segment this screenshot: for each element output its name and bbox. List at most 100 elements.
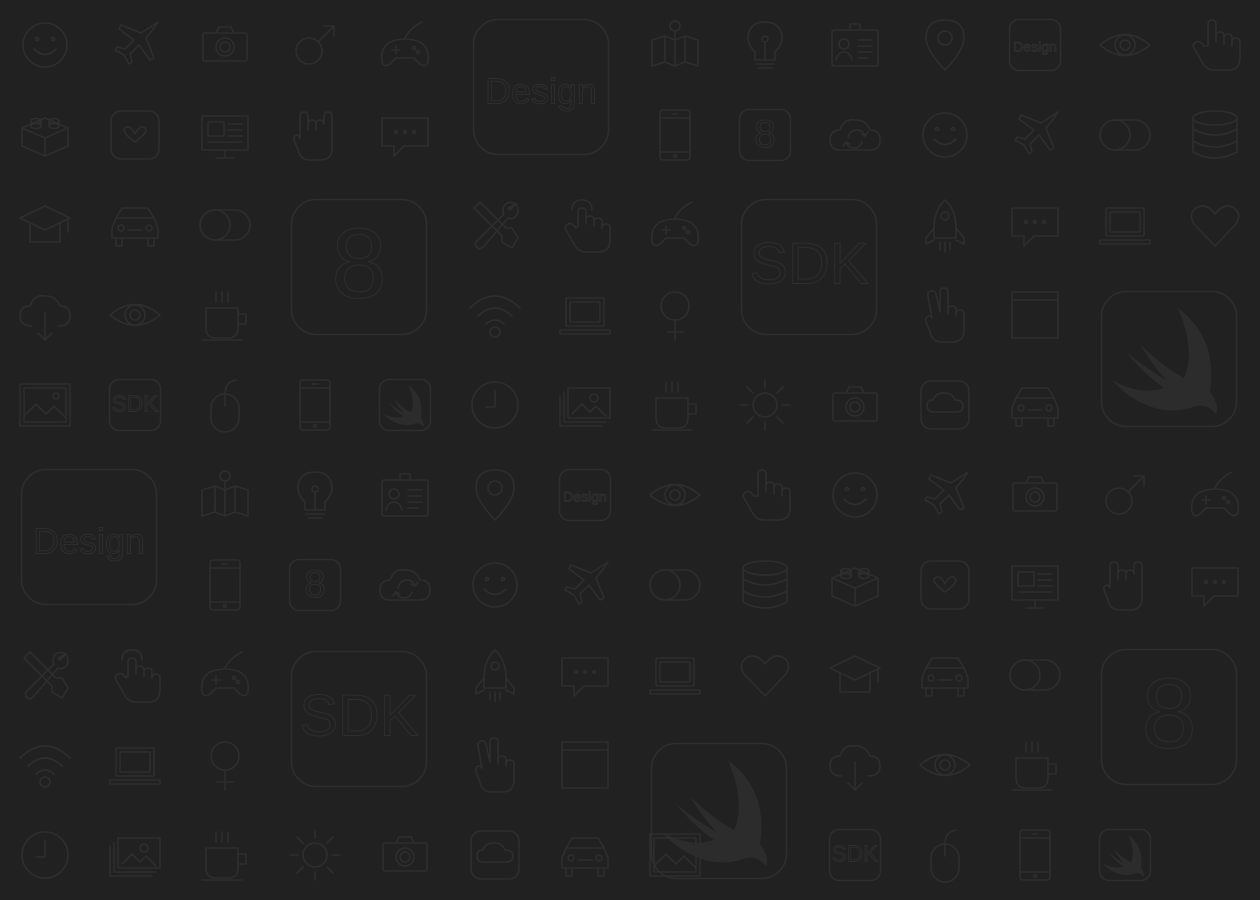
tap-hand-icon xyxy=(564,199,611,253)
toggle-switch-icon xyxy=(1009,659,1061,691)
toggle-switch-icon xyxy=(199,209,251,241)
rock-hand-icon xyxy=(293,111,333,161)
swift-logo-tile-icon xyxy=(1100,290,1238,428)
gamepad-icon xyxy=(200,651,250,697)
design-tile-icon: Design xyxy=(20,468,158,606)
smiley-icon xyxy=(832,472,878,518)
rocket-icon xyxy=(925,199,965,253)
car-icon xyxy=(561,837,609,877)
car-icon xyxy=(111,207,159,247)
svg-text:SDK: SDK xyxy=(832,840,879,866)
airplane-icon xyxy=(564,561,609,605)
laptop-icon xyxy=(1099,207,1151,245)
smartphone-icon xyxy=(209,559,241,611)
id-card-icon xyxy=(831,23,879,67)
tools-icon xyxy=(473,201,519,250)
chat-bubble-icon xyxy=(1011,207,1059,247)
airplane-icon xyxy=(924,471,969,515)
smiley-icon xyxy=(22,22,68,68)
heart-icon xyxy=(1190,205,1240,247)
eight-tile-icon: 8 xyxy=(1100,648,1238,786)
coffee-cup-icon xyxy=(1011,741,1057,791)
location-pin-icon xyxy=(925,19,965,71)
clock-icon xyxy=(471,381,519,429)
sdk-tile-icon: SDK xyxy=(290,650,428,788)
eight-tile-small-icon: 8 xyxy=(738,108,792,162)
chat-bubble-icon xyxy=(1191,567,1239,607)
peace-hand-icon xyxy=(925,287,965,343)
camera-icon xyxy=(382,836,428,872)
coffee-cup-icon xyxy=(651,381,697,431)
mouse-icon xyxy=(930,829,960,883)
clock-icon xyxy=(21,831,69,879)
design-tile-icon: Design xyxy=(472,18,610,156)
airplane-icon xyxy=(1014,111,1059,155)
id-card-icon xyxy=(381,473,429,517)
cloud-sync-icon xyxy=(379,568,431,601)
photos-icon xyxy=(109,837,161,877)
map-icon xyxy=(201,470,249,517)
gamepad-icon xyxy=(1190,471,1240,517)
graduation-cap-icon xyxy=(829,655,881,693)
airplane-icon xyxy=(114,21,159,65)
svg-text:SDK: SDK xyxy=(749,233,868,297)
laptop-icon xyxy=(649,657,701,695)
camera-icon xyxy=(832,386,878,422)
smiley-icon xyxy=(472,562,518,608)
sdk-tile-small-icon: SDK xyxy=(828,828,882,882)
smiley-icon xyxy=(922,112,968,158)
svg-text:SDK: SDK xyxy=(299,685,418,749)
coffee-cup-icon xyxy=(201,831,247,881)
cloud-sync-icon xyxy=(829,118,881,151)
smartphone-icon xyxy=(659,109,691,161)
database-icon xyxy=(1192,110,1238,159)
rock-hand-icon xyxy=(1103,561,1143,611)
database-icon xyxy=(742,560,788,609)
cloud-download-icon xyxy=(19,294,71,341)
toggle-switch-icon xyxy=(1099,119,1151,151)
svg-text:8: 8 xyxy=(304,563,326,606)
sun-icon xyxy=(289,829,341,881)
tap-hand-icon xyxy=(114,649,161,703)
laptop-icon xyxy=(109,747,161,785)
browser-window-icon xyxy=(1011,291,1059,339)
presentation-board-icon xyxy=(201,115,249,159)
cloud-tile-icon xyxy=(470,830,520,880)
laptop-icon xyxy=(559,297,611,335)
female-symbol-icon xyxy=(210,741,240,791)
design-tile-small-icon: Design xyxy=(558,468,612,522)
camera-icon xyxy=(1012,476,1058,512)
male-symbol-icon xyxy=(1105,475,1145,515)
camera-icon xyxy=(202,26,248,62)
smartphone-icon xyxy=(1019,829,1051,881)
chat-bubble-icon xyxy=(381,117,429,157)
cloud-download-icon xyxy=(829,744,881,791)
photos-icon xyxy=(559,387,611,427)
pointing-hand-icon xyxy=(1192,19,1241,71)
sdk-tile-small-icon: SDK xyxy=(108,378,162,432)
svg-text:Design: Design xyxy=(485,72,597,112)
browser-window-icon xyxy=(561,741,609,789)
wifi-icon xyxy=(469,295,521,338)
pointing-hand-icon xyxy=(742,469,791,521)
sun-icon xyxy=(739,379,791,431)
svg-text:8: 8 xyxy=(331,208,386,319)
svg-text:8: 8 xyxy=(754,113,776,156)
svg-text:Design: Design xyxy=(33,522,145,562)
design-tile-small-icon: Design xyxy=(1008,18,1062,72)
presentation-board-icon xyxy=(1011,565,1059,609)
icon-pattern-background: Design Design 8 8 SDK SDK Design Design 8 SDK 8 SDK xyxy=(0,0,1260,900)
cloud-tile-icon xyxy=(920,380,970,430)
wifi-icon xyxy=(19,745,71,788)
peace-hand-icon xyxy=(475,737,515,793)
eye-icon xyxy=(649,483,701,507)
car-icon xyxy=(1011,387,1059,427)
toggle-switch-icon xyxy=(649,569,701,601)
map-icon xyxy=(651,20,699,67)
swift-logo-tile-icon xyxy=(650,742,788,880)
lightbulb-icon xyxy=(747,21,783,69)
heart-tile-icon xyxy=(110,110,160,160)
lego-brick-icon xyxy=(831,567,879,607)
gamepad-icon xyxy=(650,201,700,247)
rocket-icon xyxy=(475,649,515,703)
